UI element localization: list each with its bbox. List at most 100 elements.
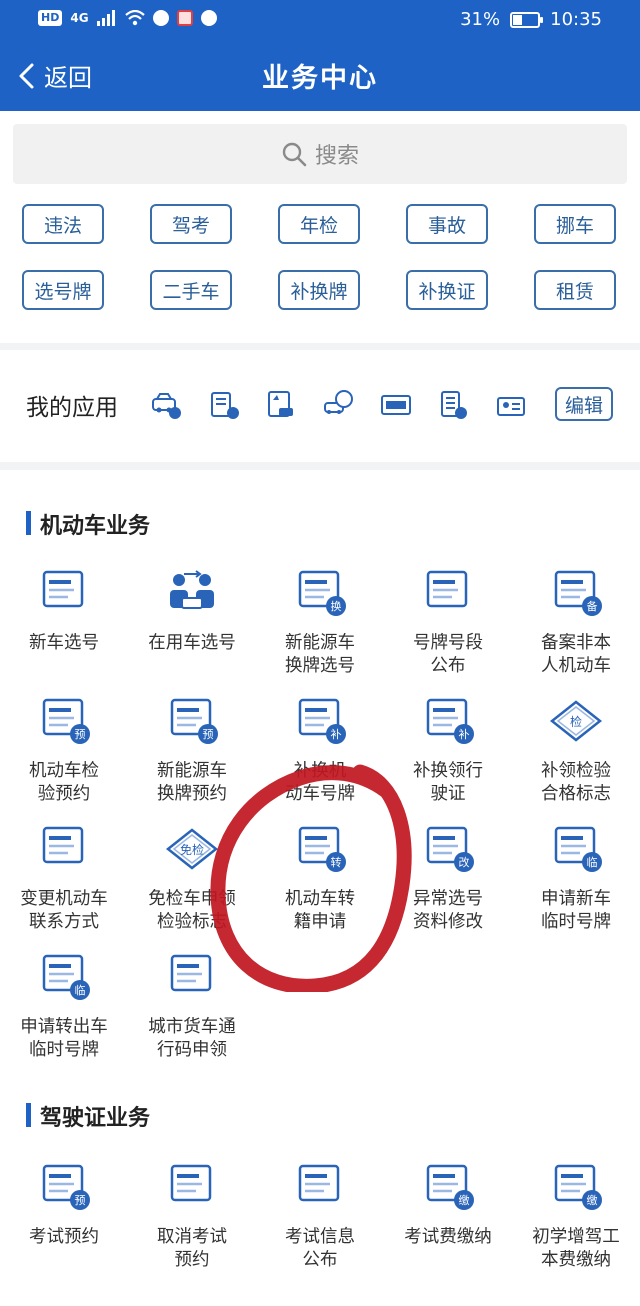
service-label: 城市货车通 行码申领 bbox=[148, 1017, 236, 1060]
exempt-mark-icon: 免检 bbox=[164, 824, 220, 874]
service-item[interactable]: 取消考试 预约 bbox=[128, 1162, 256, 1272]
tag-chip[interactable]: 挪车 bbox=[534, 204, 616, 244]
service-item[interactable]: 转机动车转 籍申请 bbox=[256, 824, 384, 934]
my-apps-card: 我的应用 编辑 bbox=[0, 350, 640, 462]
tag-chip[interactable]: 二手车 bbox=[150, 270, 232, 310]
inspection-mark-icon: 检 bbox=[548, 696, 604, 746]
signal-label: 4G bbox=[70, 11, 89, 25]
service-item[interactable]: 缴初学增驾工 本费缴纳 bbox=[512, 1162, 640, 1272]
signal-icon bbox=[96, 10, 115, 26]
exam-booking-icon: 预 bbox=[36, 1162, 92, 1212]
svg-text:预: 预 bbox=[75, 728, 86, 741]
exam-info-icon bbox=[292, 1162, 348, 1212]
service-item[interactable]: 在用车选号 bbox=[128, 568, 256, 655]
tag-chip[interactable]: 补换牌 bbox=[278, 270, 360, 310]
truck-pass-icon bbox=[164, 952, 220, 1002]
wifi-icon bbox=[124, 10, 145, 26]
license-section-title: 驾驶证业务 bbox=[26, 1100, 150, 1132]
svg-text:改: 改 bbox=[459, 855, 470, 869]
service-label: 取消考试 预约 bbox=[157, 1227, 227, 1270]
service-item[interactable]: 考试信息 公布 bbox=[256, 1162, 384, 1272]
service-item[interactable]: 城市货车通 行码申领 bbox=[128, 952, 256, 1062]
music-icon bbox=[200, 10, 217, 26]
svg-text:预: 预 bbox=[203, 728, 214, 741]
service-label: 新能源车 换牌选号 bbox=[285, 633, 355, 676]
move-car-icon[interactable] bbox=[322, 390, 354, 420]
quick-card: 搜索 违法 驾考 年检 事故 挪车选号牌 二手车 补换牌 补换证 租赁 bbox=[0, 111, 640, 343]
abnormal-plate-icon: 改 bbox=[420, 824, 476, 874]
license-fee-icon: 缴 bbox=[548, 1162, 604, 1212]
ev-plate-icon: 换 bbox=[292, 568, 348, 618]
temp-plate-new-icon: 临 bbox=[548, 824, 604, 874]
svg-text:转: 转 bbox=[331, 855, 342, 869]
service-item[interactable]: 预考试预约 bbox=[0, 1162, 128, 1249]
tag-chip[interactable]: 年检 bbox=[278, 204, 360, 244]
transfer-registry-icon: 转 bbox=[292, 824, 348, 874]
replace-license-icon: 补 bbox=[420, 696, 476, 746]
svg-text:预: 预 bbox=[75, 1194, 86, 1207]
svg-text:检: 检 bbox=[570, 714, 582, 729]
tag-chip[interactable]: 违法 bbox=[22, 204, 104, 244]
tag-chip[interactable]: 驾考 bbox=[150, 204, 232, 244]
search-input[interactable]: 搜索 bbox=[13, 124, 627, 184]
service-label: 新能源车 换牌预约 bbox=[157, 761, 227, 804]
nav-bar: 返回 业务中心 bbox=[0, 44, 640, 108]
car-exchange-icon bbox=[164, 568, 220, 618]
app-header: HD 4G 31% 10:35 返回 业务中心 bbox=[0, 0, 640, 111]
exam-fee-icon: 缴 bbox=[420, 1162, 476, 1212]
tag-chip[interactable]: 租赁 bbox=[534, 270, 616, 310]
status-left: HD 4G bbox=[38, 10, 217, 26]
clock: 10:35 bbox=[550, 9, 602, 30]
service-item[interactable]: 号牌号段 公布 bbox=[384, 568, 512, 678]
status-bar: HD 4G 31% 10:35 bbox=[0, 0, 640, 40]
service-label: 号牌号段 公布 bbox=[413, 633, 483, 676]
svg-text:备: 备 bbox=[587, 599, 598, 613]
list-icon[interactable] bbox=[437, 390, 469, 420]
service-label: 申请转出车 临时号牌 bbox=[20, 1017, 108, 1060]
vehicle-record-icon[interactable] bbox=[265, 390, 297, 420]
service-label: 考试信息 公布 bbox=[285, 1227, 355, 1270]
edit-button[interactable]: 编辑 bbox=[555, 387, 613, 421]
page-title: 业务中心 bbox=[262, 63, 378, 94]
plate-icon[interactable] bbox=[380, 390, 412, 420]
service-item[interactable]: 改异常选号 资料修改 bbox=[384, 824, 512, 934]
service-label: 在用车选号 bbox=[148, 633, 236, 653]
card-icon[interactable] bbox=[495, 390, 527, 420]
tag-chip[interactable]: 选号牌 bbox=[22, 270, 104, 310]
service-item[interactable]: 临申请转出车 临时号牌 bbox=[0, 952, 128, 1062]
search-icon bbox=[282, 142, 307, 167]
service-item[interactable]: 补补换机 动车号牌 bbox=[256, 696, 384, 806]
browser-icon bbox=[152, 10, 169, 26]
service-item[interactable]: 换新能源车 换牌选号 bbox=[256, 568, 384, 678]
svg-text:补: 补 bbox=[459, 728, 470, 741]
service-item[interactable]: 备备案非本 人机动车 bbox=[512, 568, 640, 678]
service-item[interactable]: 预新能源车 换牌预约 bbox=[128, 696, 256, 806]
service-item[interactable]: 新车选号 bbox=[0, 568, 128, 655]
service-label: 补换领行 驶证 bbox=[413, 761, 483, 804]
replace-plate-icon: 补 bbox=[292, 696, 348, 746]
service-item[interactable]: 预机动车检 验预约 bbox=[0, 696, 128, 806]
service-label: 异常选号 资料修改 bbox=[413, 889, 483, 932]
service-label: 新车选号 bbox=[29, 633, 99, 653]
search-placeholder: 搜索 bbox=[314, 144, 359, 169]
my-apps-title: 我的应用 bbox=[26, 395, 118, 421]
service-item[interactable]: 变更机动车 联系方式 bbox=[0, 824, 128, 934]
document-icon[interactable] bbox=[208, 390, 240, 420]
car-violation-icon[interactable] bbox=[150, 390, 182, 420]
service-item[interactable]: 检补领检验 合格标志 bbox=[512, 696, 640, 806]
tag-chip[interactable]: 事故 bbox=[406, 204, 488, 244]
battery-percent: 31% bbox=[460, 9, 501, 30]
service-label: 补领检验 合格标志 bbox=[541, 761, 611, 804]
cancel-exam-icon bbox=[164, 1162, 220, 1212]
service-label: 变更机动车 联系方式 bbox=[20, 889, 108, 932]
service-item[interactable]: 临申请新车 临时号牌 bbox=[512, 824, 640, 934]
vehicle-section-title: 机动车业务 bbox=[26, 508, 150, 540]
service-item[interactable]: 缴考试费缴纳 bbox=[384, 1162, 512, 1249]
status-right: 31% 10:35 bbox=[460, 9, 602, 30]
service-label: 备案非本 人机动车 bbox=[541, 633, 611, 676]
service-item[interactable]: 免检 免检车申领 检验标志 bbox=[128, 824, 256, 934]
svg-text:临: 临 bbox=[587, 855, 598, 869]
service-item[interactable]: 补补换领行 驶证 bbox=[384, 696, 512, 806]
tag-chip[interactable]: 补换证 bbox=[406, 270, 488, 310]
svg-text:换: 换 bbox=[331, 599, 342, 613]
